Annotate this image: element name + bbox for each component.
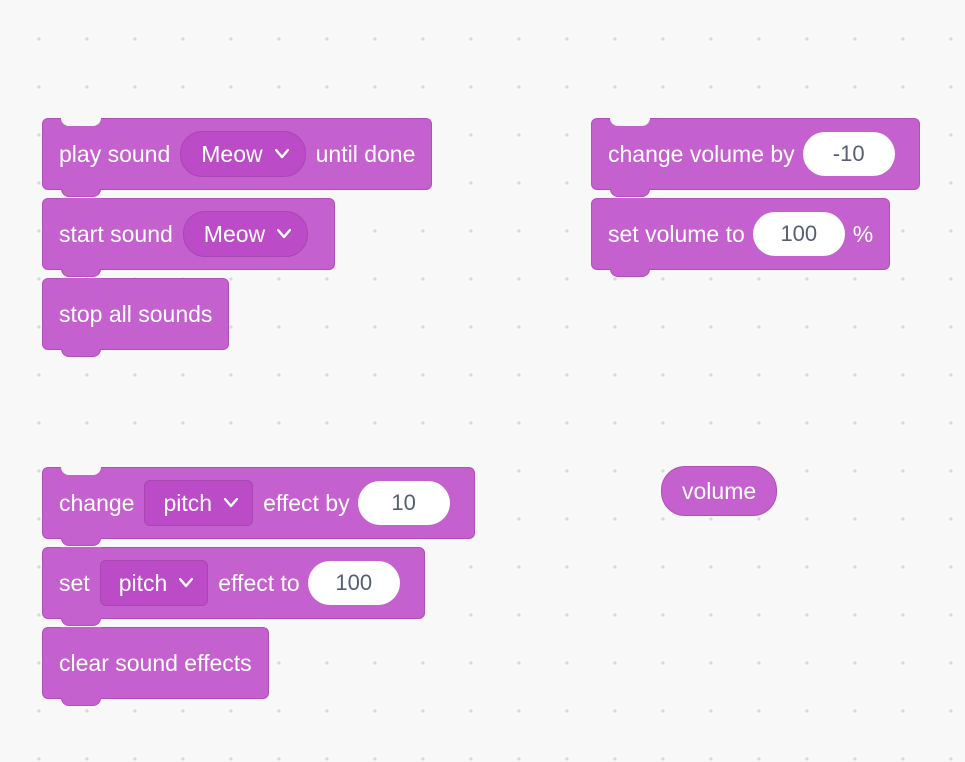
block-stack-volume: change volume by -10 set volume to 100 %	[591, 118, 920, 278]
input-value: -10	[833, 141, 865, 167]
dropdown-value: Meow	[201, 141, 262, 168]
chevron-down-icon	[275, 149, 289, 159]
block-label: change	[59, 490, 134, 517]
dropdown-effect-1[interactable]: pitch	[144, 480, 253, 526]
block-start-sound[interactable]: start sound Meow	[42, 198, 335, 270]
block-play-sound-until-done[interactable]: play sound Meow until done	[42, 118, 432, 190]
block-label: change volume by	[608, 141, 795, 168]
dropdown-sound-1[interactable]: Meow	[180, 131, 305, 177]
input-value: 100	[780, 221, 817, 247]
block-change-effect-by[interactable]: change pitch effect by 10	[42, 467, 475, 539]
input-value: 10	[391, 490, 415, 516]
block-set-volume-to[interactable]: set volume to 100 %	[591, 198, 890, 270]
block-label: start sound	[59, 221, 173, 248]
input-change-volume-value[interactable]: -10	[803, 132, 895, 176]
block-label: stop all sounds	[59, 301, 212, 328]
dropdown-value: pitch	[119, 570, 168, 597]
block-stack-sounds: play sound Meow until done start sound M…	[42, 118, 432, 358]
block-clear-sound-effects[interactable]: clear sound effects	[42, 627, 269, 699]
chevron-down-icon	[277, 229, 291, 239]
block-label: %	[853, 221, 873, 248]
block-set-effect-to[interactable]: set pitch effect to 100	[42, 547, 425, 619]
dropdown-effect-2[interactable]: pitch	[100, 560, 209, 606]
block-change-volume-by[interactable]: change volume by -10	[591, 118, 920, 190]
dropdown-sound-2[interactable]: Meow	[183, 211, 308, 257]
chevron-down-icon	[179, 578, 193, 588]
block-label: clear sound effects	[59, 650, 252, 677]
block-label: set	[59, 570, 90, 597]
block-label: effect by	[263, 490, 350, 517]
input-change-effect-value[interactable]: 10	[358, 481, 450, 525]
block-label: set volume to	[608, 221, 745, 248]
block-label: until done	[316, 141, 416, 168]
block-stack-effects: change pitch effect by 10 set pitch effe…	[42, 467, 475, 707]
chevron-down-icon	[224, 498, 238, 508]
reporter-volume[interactable]: volume	[661, 466, 777, 516]
block-stop-all-sounds[interactable]: stop all sounds	[42, 278, 229, 350]
input-value: 100	[335, 570, 372, 596]
input-set-effect-value[interactable]: 100	[308, 561, 400, 605]
dropdown-value: pitch	[163, 490, 212, 517]
input-set-volume-value[interactable]: 100	[753, 212, 845, 256]
block-label: effect to	[218, 570, 299, 597]
reporter-label: volume	[682, 478, 756, 505]
dropdown-value: Meow	[204, 221, 265, 248]
block-label: play sound	[59, 141, 170, 168]
